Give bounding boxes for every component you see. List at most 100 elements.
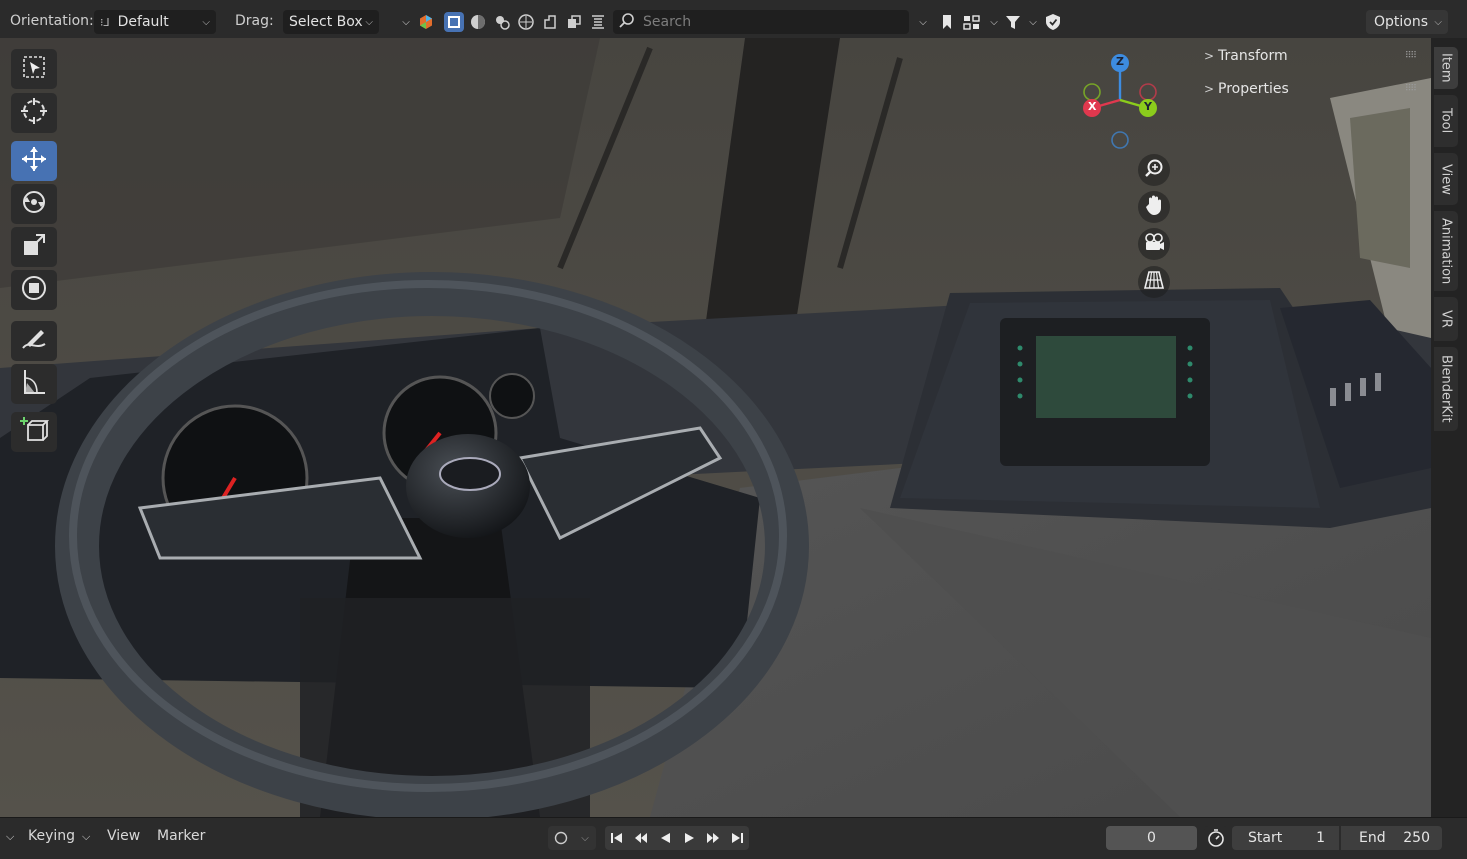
chevron-down-icon: ⌵ [202, 16, 210, 28]
tab-vr[interactable]: VR [1434, 297, 1458, 341]
gizmo-y-label: Y [1144, 100, 1152, 113]
auto-key-icon[interactable] [548, 826, 574, 850]
view-menu[interactable]: View [107, 828, 140, 844]
annotate-tool[interactable] [11, 321, 57, 361]
end-frame-label: End [1359, 830, 1386, 846]
filter-icon[interactable] [1003, 12, 1023, 32]
tab-view[interactable]: View [1434, 153, 1458, 205]
zoom-button[interactable] [1138, 154, 1170, 186]
jump-end-icon[interactable] [725, 826, 749, 850]
prev-keyframe-icon[interactable] [629, 826, 653, 850]
start-frame-value: 1 [1316, 830, 1325, 846]
select-extend-icon[interactable] [468, 12, 488, 32]
perspective-toggle-button[interactable] [1138, 266, 1170, 298]
xray-icon[interactable] [588, 12, 608, 32]
grid-icon [1143, 270, 1165, 294]
tab-vr-label: VR [1438, 310, 1454, 328]
annotate-icon [19, 326, 49, 356]
transform-panel-label: Transform [1218, 48, 1288, 64]
drag-value: Select Box [289, 14, 363, 30]
move-tool[interactable] [11, 141, 57, 181]
cursor-tool[interactable] [11, 93, 57, 133]
sidebar-tabs: Item Tool View Animation VR BlenderKit [1431, 38, 1467, 817]
orientation-gizmo[interactable]: Z X Y [1078, 53, 1162, 149]
marker-menu[interactable]: Marker [157, 828, 205, 844]
select-intersect-icon[interactable] [540, 12, 560, 32]
tab-tool-label: Tool [1438, 108, 1454, 134]
hand-icon [1144, 194, 1164, 220]
end-frame-value: 250 [1403, 830, 1430, 846]
chevron-right-icon: > [1203, 49, 1215, 63]
3d-viewport[interactable]: Z X Y > Transform ⠿⠿ > Properties ⠿⠿ [0, 38, 1431, 817]
camera-view-button[interactable] [1138, 228, 1170, 260]
hierarchy-icon[interactable] [962, 12, 982, 32]
options-label: Options [1374, 14, 1429, 30]
options-dropdown[interactable]: Options ⌵ [1366, 10, 1448, 34]
color-mode-icon[interactable] [416, 12, 436, 32]
add-cube-tool[interactable] [11, 412, 57, 452]
scale-tool[interactable] [11, 227, 57, 267]
transform-tool[interactable] [11, 270, 57, 310]
add-cube-icon [19, 415, 50, 449]
keying-menu[interactable]: Keying [28, 828, 75, 844]
tab-item-label: Item [1438, 53, 1454, 83]
transform-icon [20, 274, 48, 306]
current-frame-value: 0 [1147, 830, 1156, 846]
tab-tool[interactable]: Tool [1434, 95, 1458, 147]
select-new-icon[interactable] [444, 12, 464, 32]
drag-label: Drag: [235, 13, 274, 29]
select-subtract-icon[interactable] [492, 12, 512, 32]
shield-icon[interactable] [1043, 12, 1063, 32]
stopwatch-icon[interactable] [1204, 826, 1228, 850]
tab-item[interactable]: Item [1434, 47, 1458, 89]
jump-start-icon[interactable] [605, 826, 629, 850]
play-icon[interactable] [677, 826, 701, 850]
start-frame-field[interactable]: Start 1 [1232, 826, 1339, 850]
tab-animation[interactable]: Animation [1434, 211, 1458, 291]
cursor-icon [20, 97, 48, 129]
gizmo-z-label: Z [1116, 55, 1124, 68]
search-icon [619, 12, 635, 32]
orientation-icon: ⁝⅃ [100, 15, 110, 29]
measure-tool[interactable] [11, 364, 57, 404]
select-invert-icon[interactable] [516, 12, 536, 32]
orientation-label: Orientation: [10, 13, 94, 29]
chevron-down-icon[interactable]: ⌵ [1023, 12, 1043, 32]
start-frame-label: Start [1248, 830, 1283, 846]
current-frame-field[interactable]: 0 [1106, 826, 1197, 850]
timeline-header: ⌵ Keying ⌵ View Marker ⌵ 0 Start 1 End 2… [0, 817, 1467, 859]
search-field[interactable] [613, 10, 909, 34]
camera-icon [1143, 232, 1165, 256]
rotate-tool[interactable] [11, 184, 57, 224]
end-frame-field[interactable]: End 250 [1341, 826, 1442, 850]
drag-dropdown[interactable]: Select Box ⌵ [283, 10, 379, 34]
chevron-down-icon[interactable]: ⌵ [82, 830, 90, 844]
scale-icon [21, 232, 47, 262]
tab-view-label: View [1438, 163, 1454, 195]
transform-panel-header[interactable]: > Transform ⠿⠿ [1200, 41, 1422, 71]
tab-animation-label: Animation [1438, 217, 1454, 285]
search-input[interactable] [641, 13, 905, 31]
orientation-dropdown[interactable]: ⁝⅃ Default ⌵ [94, 10, 216, 34]
tab-blenderkit[interactable]: BlenderKit [1434, 347, 1458, 431]
chevron-down-icon[interactable]: ⌵ [984, 12, 1004, 32]
chevron-right-icon: > [1203, 82, 1215, 96]
pan-button[interactable] [1138, 191, 1170, 223]
bus-cockpit-render [0, 38, 1431, 817]
select-box-tool[interactable] [11, 49, 57, 89]
orientation-value: Default [117, 14, 169, 30]
drag-handle-icon[interactable]: ⠿⠿ [1405, 84, 1417, 94]
chevron-down-icon[interactable]: ⌵ [574, 826, 596, 850]
properties-panel-header[interactable]: > Properties ⠿⠿ [1200, 74, 1422, 104]
chevron-down-icon[interactable]: ⌵ [6, 830, 14, 844]
overlay-icon[interactable] [564, 12, 584, 32]
drag-handle-icon[interactable]: ⠿⠿ [1405, 51, 1417, 61]
bookmark-icon[interactable] [937, 12, 957, 32]
chevron-down-icon[interactable]: ⌵ [396, 12, 416, 32]
zoom-icon [1144, 158, 1164, 182]
chevron-down-icon[interactable]: ⌵ [913, 12, 933, 32]
properties-panel-label: Properties [1218, 81, 1289, 97]
next-keyframe-icon[interactable] [701, 826, 725, 850]
play-reverse-icon[interactable] [653, 826, 677, 850]
gizmo-x-label: X [1088, 100, 1097, 113]
